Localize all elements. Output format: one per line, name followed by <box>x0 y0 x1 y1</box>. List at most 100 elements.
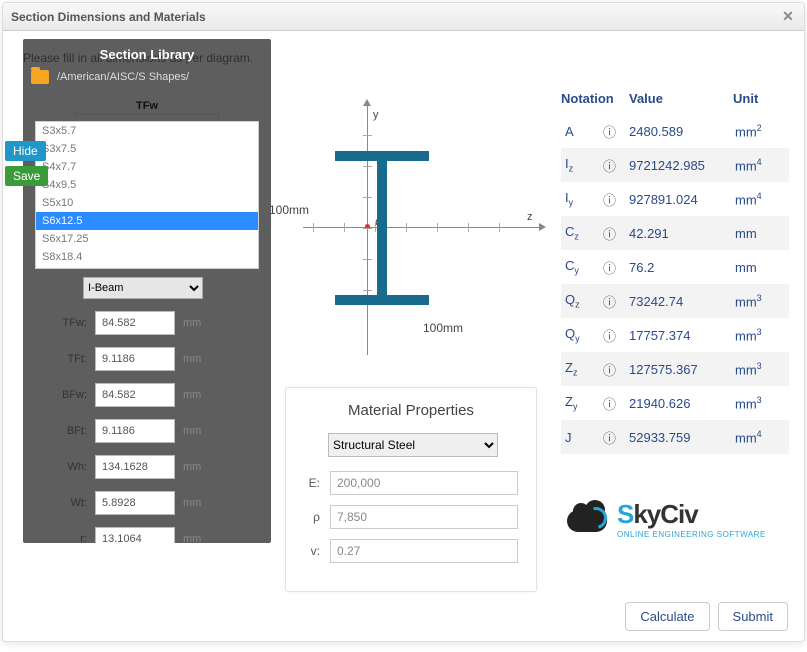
dim-label: Wh: <box>59 461 87 473</box>
dim-unit: mm <box>183 533 201 543</box>
dim-input[interactable] <box>95 491 175 515</box>
col-notation: Notation <box>561 91 629 106</box>
properties-table: Notation Value Unit Aⓘ2480.589mm2Izⓘ9721… <box>561 91 789 454</box>
info-icon[interactable]: ⓘ <box>603 224 629 243</box>
save-button[interactable]: Save <box>5 166 48 186</box>
material-properties-panel: Material Properties Structural Steel E: ρ… <box>285 387 537 592</box>
prop-value: 127575.367 <box>629 362 735 377</box>
dim-input[interactable] <box>95 347 175 371</box>
info-icon[interactable]: ⓘ <box>603 326 629 345</box>
prop-notation: Qy <box>561 326 603 344</box>
ibeam-shape <box>335 151 429 305</box>
material-row: E: <box>304 471 518 495</box>
dim-input[interactable] <box>95 311 175 335</box>
prop-value: 52933.759 <box>629 430 735 445</box>
shape-option[interactable]: S6x17.25 <box>36 230 258 248</box>
prop-value: 73242.74 <box>629 294 735 309</box>
shape-option[interactable]: S8x18.4 <box>36 248 258 266</box>
shape-option-list[interactable]: S3x5.7S3x7.5S4x7.7S4x9.5S5x10S6x12.5S6x1… <box>35 121 259 269</box>
hide-button[interactable]: Hide <box>5 141 46 161</box>
material-row: ρ <box>304 505 518 529</box>
prop-value: 42.291 <box>629 226 735 241</box>
shape-option[interactable]: S3x7.5 <box>36 140 258 158</box>
property-row: Qzⓘ73242.74mm3 <box>561 284 789 318</box>
shape-option[interactable]: S4x7.7 <box>36 158 258 176</box>
dim-label: BFt: <box>59 425 87 437</box>
shape-select-input[interactable]: I-Beam <box>83 277 203 299</box>
dim-input[interactable] <box>95 419 175 443</box>
tfw-label: TFw <box>23 92 271 115</box>
prop-notation: Zz <box>561 360 603 378</box>
mat-label: v: <box>304 544 320 558</box>
dim-input[interactable] <box>95 383 175 407</box>
prop-unit: mm4 <box>735 191 785 207</box>
mat-input[interactable] <box>330 471 518 495</box>
mat-input[interactable] <box>330 539 518 563</box>
material-title: Material Properties <box>304 402 518 419</box>
info-icon[interactable]: ⓘ <box>603 292 629 311</box>
info-icon[interactable]: ⓘ <box>603 190 629 209</box>
dialog-header[interactable]: Section Dimensions and Materials ✕ <box>3 3 804 31</box>
prop-notation: Cy <box>561 258 603 276</box>
shape-option[interactable]: S5x10 <box>36 194 258 212</box>
property-row: Czⓘ42.291mm <box>561 216 789 250</box>
prop-unit: mm <box>735 226 785 241</box>
prop-notation: Zy <box>561 394 603 412</box>
dialog-title: Section Dimensions and Materials <box>11 10 206 24</box>
dim-unit: mm <box>183 317 201 329</box>
dimension-row: TFt: mm <box>59 347 271 371</box>
dim-label: TFt: <box>59 353 87 365</box>
prop-value: 76.2 <box>629 260 735 275</box>
col-value: Value <box>629 91 733 106</box>
axis-z-label: z <box>527 211 533 223</box>
property-row: Zzⓘ127575.367mm3 <box>561 352 789 386</box>
submit-button[interactable]: Submit <box>718 602 788 631</box>
section-graph: y z C 100mm 100mm <box>283 95 541 375</box>
library-path[interactable]: /American/AISC/S Shapes/ <box>23 66 271 92</box>
info-icon[interactable]: ⓘ <box>603 360 629 379</box>
shape-option[interactable]: S6x12.5 <box>36 212 258 230</box>
dim-input[interactable] <box>95 527 175 543</box>
prop-value: 927891.024 <box>629 192 735 207</box>
material-row: v: <box>304 539 518 563</box>
arrow-up-icon <box>363 99 371 106</box>
prop-unit: mm3 <box>735 293 785 309</box>
material-select[interactable]: Structural Steel <box>328 433 498 457</box>
prop-notation: J <box>561 430 603 445</box>
property-row: Zyⓘ21940.626mm3 <box>561 386 789 420</box>
scale-label-y: 100mm <box>269 203 309 217</box>
property-row: Jⓘ52933.759mm4 <box>561 420 789 454</box>
dim-label: r: <box>59 533 87 543</box>
footer-buttons: Calculate Submit <box>625 602 788 631</box>
mat-label: ρ <box>304 510 320 524</box>
skyciv-logo: SkyCiv ONLINE ENGINEERING SOFTWARE <box>567 499 766 539</box>
property-row: Qyⓘ17757.374mm3 <box>561 318 789 352</box>
dim-unit: mm <box>183 353 201 365</box>
dimension-row: TFw:mm <box>59 311 271 335</box>
prop-value: 17757.374 <box>629 328 735 343</box>
dim-input[interactable] <box>95 455 175 479</box>
close-icon[interactable]: ✕ <box>780 9 796 25</box>
mat-input[interactable] <box>330 505 518 529</box>
shape-option[interactable]: S4x9.5 <box>36 176 258 194</box>
info-icon[interactable]: ⓘ <box>603 122 629 141</box>
info-icon[interactable]: ⓘ <box>603 394 629 413</box>
info-icon[interactable]: ⓘ <box>603 156 629 175</box>
prop-notation: Iy <box>561 190 603 208</box>
calculate-button[interactable]: Calculate <box>625 602 709 631</box>
col-unit: Unit <box>733 91 783 106</box>
prop-notation: Qz <box>561 292 603 310</box>
shape-option[interactable]: S3x5.7 <box>36 122 258 140</box>
property-row: Iyⓘ927891.024mm4 <box>561 182 789 216</box>
info-icon[interactable]: ⓘ <box>603 428 629 447</box>
prop-unit: mm4 <box>735 157 785 173</box>
prop-value: 9721242.985 <box>629 158 735 173</box>
prop-unit: mm2 <box>735 123 785 139</box>
dim-label: Wt: <box>59 497 87 509</box>
section-library-panel: Section Library /American/AISC/S Shapes/… <box>23 39 271 543</box>
prop-notation: A <box>561 124 603 139</box>
dim-unit: mm <box>183 389 201 401</box>
shape-select[interactable]: I-Beam <box>83 277 203 299</box>
info-icon[interactable]: ⓘ <box>603 258 629 277</box>
axis-y-label: y <box>373 109 379 121</box>
